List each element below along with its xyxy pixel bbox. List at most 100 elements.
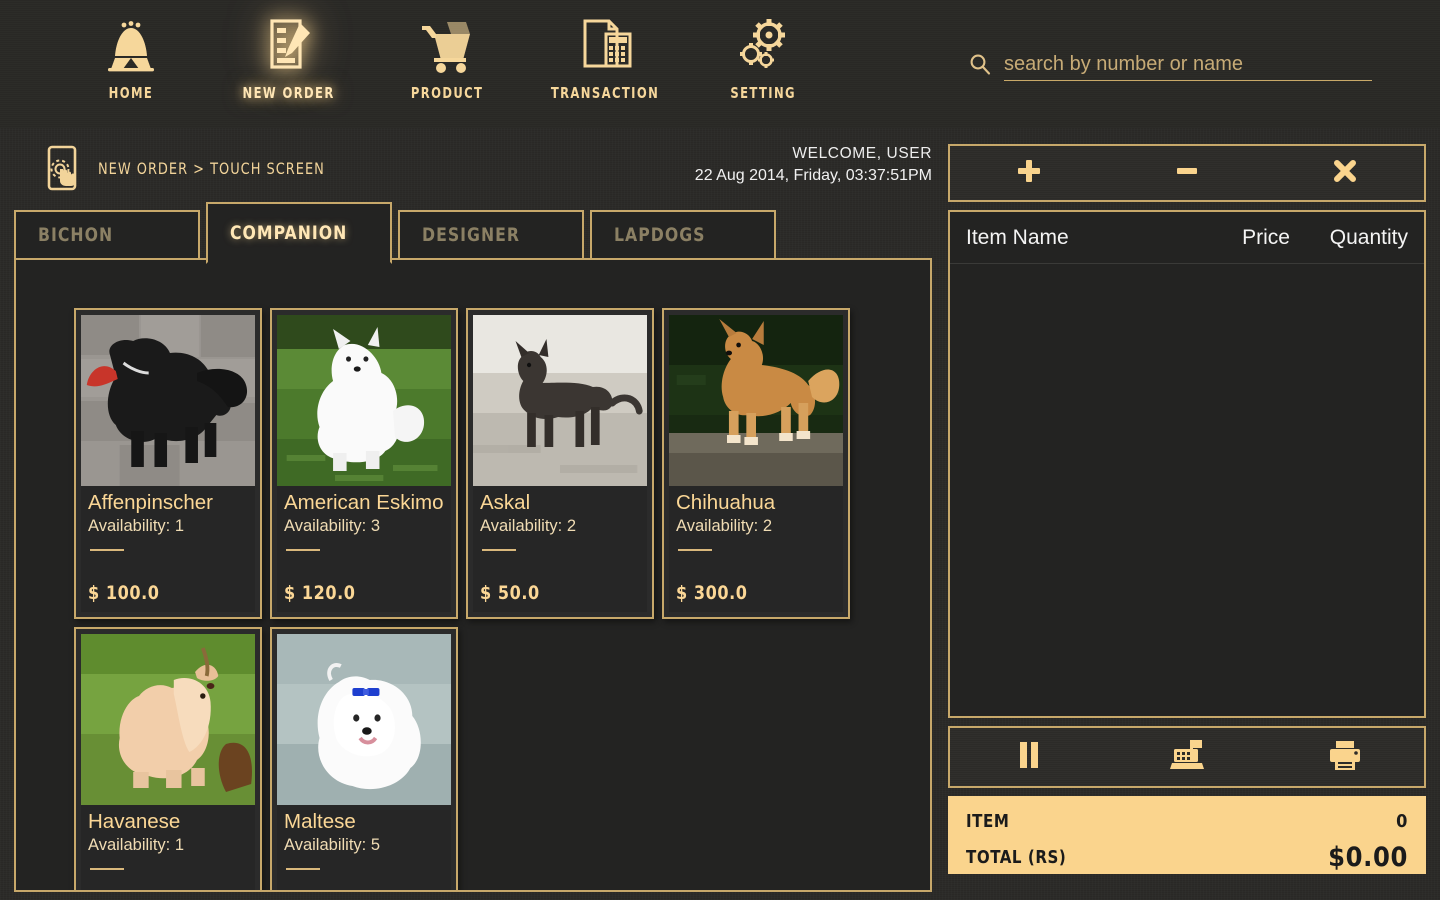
- product-image-tan-chihuahua-on-rock: [669, 315, 843, 486]
- product-panel: Affenpinscher Availability: 1 $ 100.0 Am…: [14, 258, 932, 892]
- item-count-value: 0: [1396, 810, 1408, 832]
- item-count-row: ITEM 0: [966, 804, 1408, 838]
- cart-panel: Item Name Price Quantity: [948, 210, 1426, 718]
- product-name: Affenpinscher: [88, 491, 213, 514]
- cart-header-row: Item Name Price Quantity: [950, 212, 1424, 264]
- product-price: $ 120.0: [284, 582, 356, 604]
- divider: [90, 548, 124, 551]
- close-icon: [1330, 156, 1360, 191]
- gears-icon: [733, 14, 793, 76]
- product-name: American Eskimo: [284, 491, 444, 514]
- print-button[interactable]: [1266, 738, 1424, 777]
- product-details: Chihuahua Availability: 2 $ 300.0: [669, 486, 843, 612]
- home-icon: [103, 14, 159, 76]
- product-card[interactable]: Chihuahua Availability: 2 $ 300.0: [662, 308, 850, 619]
- cash-register-icon: [1168, 737, 1206, 778]
- grand-total-value: $0.00: [1328, 841, 1408, 873]
- cart-column-quantity: Quantity: [1329, 225, 1408, 249]
- printer-icon: [1327, 738, 1363, 777]
- nav-item-setting[interactable]: SETTING: [684, 14, 842, 102]
- product-details: Havanese Availability: 1: [81, 805, 255, 890]
- nav-item-product[interactable]: PRODUCT: [368, 14, 526, 102]
- increase-quantity-button[interactable]: [950, 146, 1108, 200]
- cart-item-list[interactable]: [950, 264, 1424, 716]
- divider: [286, 548, 320, 551]
- product-availability: Availability: 2: [676, 517, 772, 536]
- tab-label: DESIGNER: [422, 224, 521, 246]
- search-icon[interactable]: [968, 52, 992, 81]
- nav-item-new-order[interactable]: NEW ORDER: [210, 14, 368, 102]
- product-card[interactable]: American Eskimo Availability: 3 $ 120.0: [270, 308, 458, 619]
- product-availability: Availability: 5: [284, 836, 380, 855]
- divider: [286, 867, 320, 870]
- tab-bichon[interactable]: BICHON: [14, 210, 200, 260]
- user-info-block: WELCOME, USER 22 Aug 2014, Friday, 03:37…: [695, 144, 932, 187]
- quantity-control-bar: [948, 144, 1426, 202]
- grand-total-label: TOTAL (RS): [966, 846, 1067, 868]
- touch-screen-icon: [40, 145, 84, 191]
- product-image-black-shaggy-dog-on-pavement: [81, 315, 255, 486]
- document-calculator-icon: [575, 14, 635, 76]
- product-grid: Affenpinscher Availability: 1 $ 100.0 Am…: [16, 260, 930, 890]
- product-image-white-fluffy-dog-on-grass: [277, 315, 451, 486]
- grand-total-row: TOTAL (RS) $0.00: [966, 838, 1408, 876]
- breadcrumb: NEW ORDER > TOUCH SCREEN: [98, 158, 325, 178]
- search-bar: [968, 52, 1372, 81]
- nav-item-home[interactable]: HOME: [52, 14, 210, 102]
- tab-lapdogs[interactable]: LAPDOGS: [590, 210, 776, 260]
- product-name: Havanese: [88, 810, 181, 833]
- product-details: Askal Availability: 2 $ 50.0: [473, 486, 647, 612]
- tab-label: BICHON: [38, 224, 114, 246]
- tab-companion[interactable]: COMPANION: [206, 202, 392, 264]
- nav-label: TRANSACTION: [550, 84, 660, 102]
- right-column: Item Name Price Quantity ITEM 0 TOTAL (R…: [948, 144, 1426, 884]
- nav-label: HOME: [108, 84, 154, 102]
- product-image-cream-long-haired-dog-on-grass: [81, 634, 255, 805]
- product-card[interactable]: Affenpinscher Availability: 1 $ 100.0: [74, 308, 262, 619]
- product-availability: Availability: 1: [88, 517, 184, 536]
- left-column: NEW ORDER > TOUCH SCREEN WELCOME, USER 2…: [14, 134, 932, 894]
- nav-item-list: HOME NEW ORDER PRODUCT TRANSACTION SETTI…: [0, 0, 842, 102]
- top-navigation-bar: HOME NEW ORDER PRODUCT TRANSACTION SETTI…: [0, 0, 1440, 128]
- datetime-text: 22 Aug 2014, Friday, 03:37:51PM: [694, 166, 932, 184]
- product-price: $ 100.0: [88, 582, 160, 604]
- product-card[interactable]: Havanese Availability: 1: [74, 627, 262, 890]
- product-details: Maltese Availability: 5: [277, 805, 451, 890]
- product-card[interactable]: Maltese Availability: 5: [270, 627, 458, 890]
- info-bar: NEW ORDER > TOUCH SCREEN WELCOME, USER 2…: [14, 134, 932, 202]
- product-price: $ 300.0: [676, 582, 748, 604]
- tab-label: LAPDOGS: [614, 224, 706, 246]
- product-details: Affenpinscher Availability: 1 $ 100.0: [81, 486, 255, 612]
- checkout-button[interactable]: [1108, 737, 1266, 778]
- totals-panel: ITEM 0 TOTAL (RS) $0.00: [948, 796, 1426, 874]
- welcome-text: WELCOME, USER: [792, 145, 932, 162]
- minus-icon: [1172, 156, 1202, 191]
- decrease-quantity-button[interactable]: [1108, 146, 1266, 200]
- new-order-icon: [260, 14, 318, 76]
- remove-item-button[interactable]: [1266, 146, 1424, 200]
- product-availability: Availability: 1: [88, 836, 184, 855]
- cart-column-price: Price: [1242, 225, 1290, 249]
- product-name: Askal: [480, 491, 531, 514]
- item-count-label: ITEM: [966, 810, 1010, 832]
- divider: [90, 867, 124, 870]
- search-input-underline: [1004, 52, 1372, 81]
- divider: [678, 548, 712, 551]
- nav-label: SETTING: [730, 84, 796, 102]
- category-tabs: BICHON COMPANION DESIGNER LAPDOGS: [14, 202, 932, 264]
- nav-label: PRODUCT: [410, 84, 484, 102]
- cart-column-item-name: Item Name: [966, 225, 1069, 249]
- nav-label: NEW ORDER: [242, 84, 336, 102]
- nav-item-transaction[interactable]: TRANSACTION: [526, 14, 684, 102]
- product-image-dark-short-haired-dog-on-sand: [473, 315, 647, 486]
- product-details: American Eskimo Availability: 3 $ 120.0: [277, 486, 451, 612]
- product-name: Chihuahua: [676, 491, 776, 514]
- hold-order-button[interactable]: [950, 739, 1108, 776]
- product-card[interactable]: Askal Availability: 2 $ 50.0: [466, 308, 654, 619]
- tab-designer[interactable]: DESIGNER: [398, 210, 584, 260]
- product-availability: Availability: 3: [284, 517, 380, 536]
- search-input[interactable]: [1004, 52, 1372, 76]
- tab-label: COMPANION: [230, 222, 348, 244]
- product-image-white-maltese-with-blue-bow: [277, 634, 451, 805]
- divider: [482, 548, 516, 551]
